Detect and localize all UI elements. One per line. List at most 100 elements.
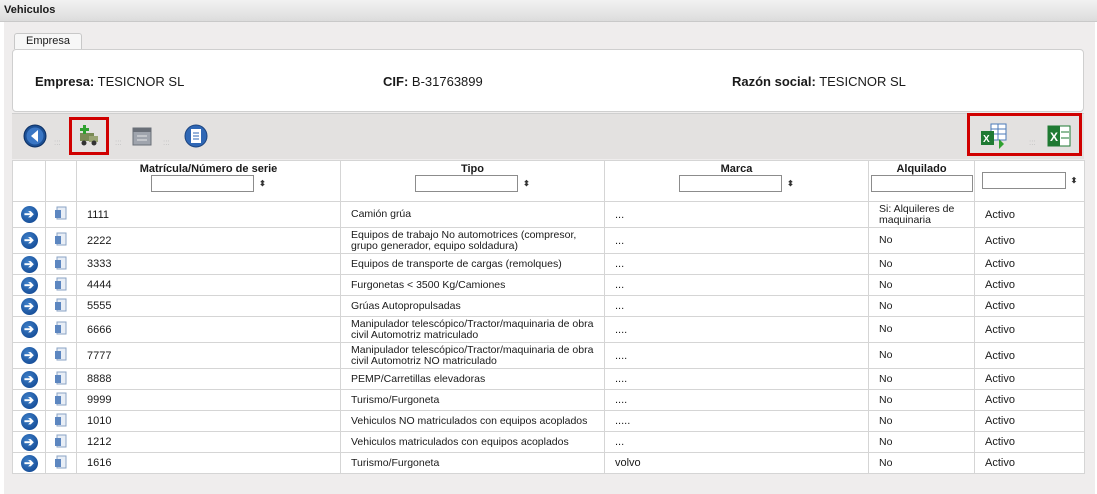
open-arrow-icon[interactable]: ➔: [20, 347, 38, 364]
row-open-cell[interactable]: ➔: [12, 452, 46, 474]
open-arrow-icon[interactable]: ➔: [20, 370, 38, 388]
row-open-cell[interactable]: ➔: [12, 253, 46, 275]
table-row[interactable]: ➔ 8888 PEMP/Carretillas elevadoras.... No Ac…: [12, 368, 1085, 390]
empresa-label: Empresa:: [35, 74, 95, 89]
document-icon[interactable]: [54, 320, 68, 336]
cif-info: CIF: B-31763899: [383, 74, 483, 89]
estado-cell: Activo: [974, 452, 1085, 474]
header-action-col: [12, 160, 46, 202]
open-arrow-icon[interactable]: ➔: [20, 321, 38, 338]
document-icon[interactable]: [54, 391, 68, 407]
calendar-icon[interactable]: [130, 124, 154, 148]
row-doc-cell[interactable]: [45, 201, 77, 228]
filter-alquilado-input[interactable]: [870, 175, 973, 192]
row-open-cell[interactable]: ➔: [12, 410, 46, 432]
open-arrow-icon[interactable]: ➔: [20, 206, 38, 223]
marca-cell: ...: [604, 253, 869, 275]
open-arrow-icon[interactable]: ➔: [20, 276, 38, 294]
alquilado-cell: No: [868, 452, 975, 474]
row-open-cell[interactable]: ➔: [12, 389, 46, 411]
marca-cell: ....: [604, 342, 869, 369]
matricula-cell: 6666: [76, 316, 341, 343]
export-excel-add-icon[interactable]: X: [979, 122, 1009, 150]
table-row[interactable]: ➔ 3333 Equipos de transporte de cargas (re…: [12, 253, 1085, 275]
row-doc-cell[interactable]: [45, 431, 77, 453]
table-row[interactable]: ➔ 1212 Vehiculos matriculados con equipos …: [12, 431, 1085, 453]
svg-text:X: X: [983, 134, 990, 145]
row-open-cell[interactable]: ➔: [12, 316, 46, 343]
marca-cell: volvo: [604, 452, 869, 474]
row-doc-cell[interactable]: [45, 316, 77, 343]
document-icon[interactable]: [54, 297, 68, 313]
toolbar-separator: :::: [1029, 138, 1036, 147]
header-matricula-label: Matrícula/Número de serie: [139, 163, 278, 175]
tipo-cell: Equipos de transporte de cargas (remolqu…: [340, 253, 605, 275]
open-arrow-icon[interactable]: ➔: [20, 433, 38, 451]
row-open-cell[interactable]: ➔: [12, 295, 46, 317]
document-icon[interactable]: [54, 205, 68, 221]
sort-estado-icon[interactable]: ⬍: [1071, 176, 1078, 185]
tab-empresa[interactable]: Empresa: [14, 33, 82, 49]
row-doc-cell[interactable]: [45, 368, 77, 390]
alquilado-cell: No: [868, 410, 975, 432]
row-open-cell[interactable]: ➔: [12, 227, 46, 254]
matricula-cell: 1616: [76, 452, 341, 474]
sort-marca-icon[interactable]: ⬍: [787, 179, 794, 188]
table-row[interactable]: ➔ 7777 Manipulador telescópico/Tractor/maq…: [12, 342, 1085, 369]
open-arrow-icon[interactable]: ➔: [20, 297, 38, 315]
marca-cell: ...: [604, 227, 869, 254]
table-row[interactable]: ➔ 2222 Equipos de trabajo No automotrices …: [12, 227, 1085, 254]
document-icon[interactable]: [54, 276, 68, 292]
row-doc-cell[interactable]: [45, 253, 77, 275]
add-vehicle-icon[interactable]: [77, 124, 101, 148]
table-row[interactable]: ➔ 1010 Vehiculos NO matriculados con equip…: [12, 410, 1085, 432]
open-arrow-icon[interactable]: ➔: [20, 232, 38, 249]
open-arrow-icon[interactable]: ➔: [20, 412, 38, 430]
filter-tipo-input[interactable]: [415, 175, 519, 192]
row-doc-cell[interactable]: [45, 410, 77, 432]
filter-marca-input[interactable]: [679, 175, 783, 192]
tipo-cell: Vehiculos matriculados con equipos acopl…: [340, 431, 605, 453]
row-open-cell[interactable]: ➔: [12, 342, 46, 369]
open-arrow-icon[interactable]: ➔: [20, 391, 38, 409]
cif-value: B-31763899: [411, 74, 483, 89]
table-row[interactable]: ➔ 6666 Manipulador telescópico/Tractor/maq…: [12, 316, 1085, 343]
document-icon[interactable]: [54, 255, 68, 271]
document-icon[interactable]: [54, 433, 68, 449]
excel-icon[interactable]: X: [1047, 124, 1071, 148]
document-icon[interactable]: [54, 412, 68, 428]
row-open-cell[interactable]: ➔: [12, 201, 46, 228]
row-open-cell[interactable]: ➔: [12, 368, 46, 390]
row-doc-cell[interactable]: [45, 227, 77, 254]
vehicles-table: Matrícula/Número de serie ⬍ Tipo ⬍ Marca…: [12, 160, 1085, 474]
table-row[interactable]: ➔ 1616 Turismo/Furgoneta volvo No Activo: [12, 452, 1085, 474]
row-doc-cell[interactable]: [45, 342, 77, 369]
row-doc-cell[interactable]: [45, 295, 77, 317]
row-doc-cell[interactable]: [45, 452, 77, 474]
document-icon[interactable]: [54, 346, 68, 362]
header-doc-col: [45, 160, 77, 202]
sort-tipo-icon[interactable]: ⬍: [523, 179, 530, 188]
row-open-cell[interactable]: ➔: [12, 431, 46, 453]
open-arrow-icon[interactable]: ➔: [20, 454, 38, 472]
table-row[interactable]: ➔ 5555 Grúas Autopropulsadas... No Activo: [12, 295, 1085, 317]
estado-cell: Activo: [974, 368, 1085, 390]
table-row[interactable]: ➔ 1111 Camión grúa... Si: Alquileres de maq…: [12, 201, 1085, 228]
document-icon[interactable]: [54, 231, 68, 247]
row-doc-cell[interactable]: [45, 274, 77, 296]
table-row[interactable]: ➔ 4444 Furgonetas < 3500 Kg/Camiones... No A…: [12, 274, 1085, 296]
header-alquilado-label: Alquilado: [896, 163, 947, 175]
open-arrow-icon[interactable]: ➔: [20, 255, 38, 273]
row-doc-cell[interactable]: [45, 389, 77, 411]
filter-matricula-input[interactable]: [151, 175, 255, 192]
table-row[interactable]: ➔ 9999 Turismo/Furgoneta.... No Activo: [12, 389, 1085, 411]
document-list-icon[interactable]: [184, 124, 208, 148]
sort-matricula-icon[interactable]: ⬍: [259, 179, 266, 188]
toolbar-separator: :::: [54, 138, 61, 147]
back-icon[interactable]: [23, 124, 47, 148]
document-icon[interactable]: [54, 454, 68, 470]
document-icon[interactable]: [54, 370, 68, 386]
matricula-cell: 3333: [76, 253, 341, 275]
row-open-cell[interactable]: ➔: [12, 274, 46, 296]
filter-estado-select[interactable]: [981, 172, 1066, 189]
